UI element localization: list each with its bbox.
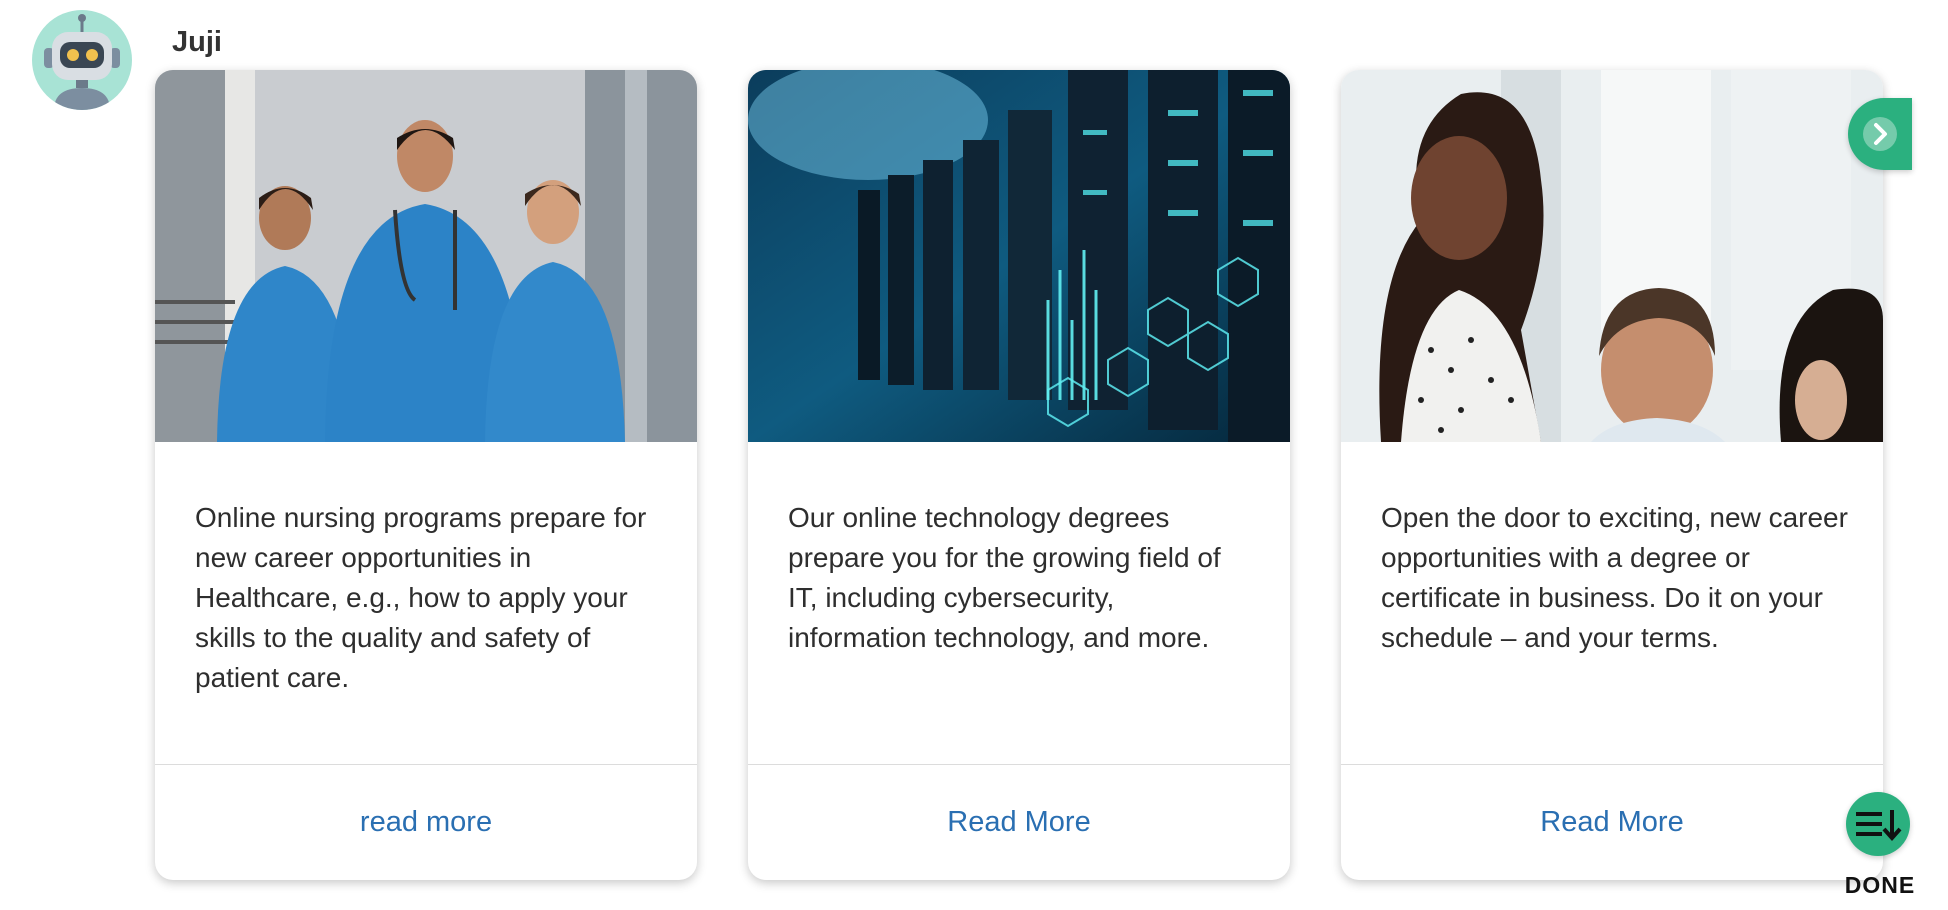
read-more-link[interactable]: read more xyxy=(155,764,697,880)
done-button[interactable] xyxy=(1846,792,1910,856)
card-description: Open the door to exciting, new career op… xyxy=(1381,502,1848,653)
card-description: Online nursing programs prepare for new … xyxy=(195,502,647,693)
program-card-technology: Our online technology degrees prepare yo… xyxy=(748,70,1290,880)
read-more-link[interactable]: Read More xyxy=(748,764,1290,880)
done-label: DONE xyxy=(1844,872,1916,898)
robot-icon xyxy=(44,14,120,110)
card-description: Our online technology degrees prepare yo… xyxy=(788,502,1221,653)
nurses-photo xyxy=(155,70,697,442)
bot-avatar xyxy=(32,10,132,110)
program-card-nursing: Online nursing programs prepare for new … xyxy=(155,70,697,880)
chevron-right-circle-icon xyxy=(1863,117,1897,151)
server-technology-photo xyxy=(748,70,1290,442)
bot-name: Juji xyxy=(172,26,222,58)
carousel-next-button[interactable] xyxy=(1848,98,1912,170)
list-down-arrow-icon xyxy=(1856,810,1902,842)
business-people-photo xyxy=(1341,70,1883,442)
program-card-business: Open the door to exciting, new career op… xyxy=(1341,70,1883,880)
read-more-link[interactable]: Read More xyxy=(1341,764,1883,880)
